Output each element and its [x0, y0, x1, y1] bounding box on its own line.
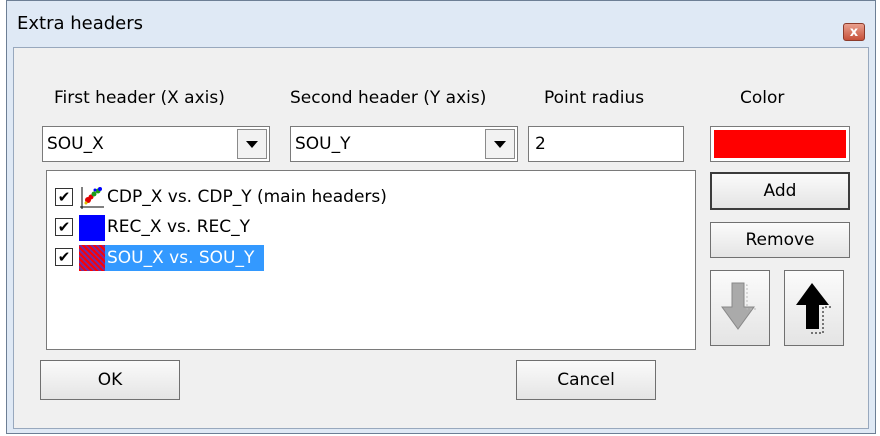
point-radius-input[interactable]: 2: [528, 126, 684, 162]
ok-button[interactable]: OK: [40, 360, 180, 400]
point-radius-label: Point radius: [544, 88, 645, 108]
title-bar: Extra headers x: [7, 1, 875, 45]
list-item-label: SOU_X vs. SOU_Y: [105, 245, 265, 271]
first-header-value: SOU_X: [47, 134, 104, 154]
point-radius-value: 2: [535, 134, 546, 154]
checkbox[interactable]: ✔: [55, 248, 73, 266]
first-header-dropdown-icon[interactable]: [237, 129, 267, 159]
first-header-label: First header (X axis): [54, 88, 225, 108]
dialog-body: First header (X axis) Second header (Y a…: [13, 47, 869, 429]
second-header-dropdown-icon[interactable]: [485, 129, 515, 159]
second-header-label: Second header (Y axis): [290, 88, 487, 108]
list-item-label: REC_X vs. REC_Y: [107, 217, 251, 237]
add-button[interactable]: Add: [710, 172, 850, 210]
checkbox[interactable]: ✔: [55, 188, 73, 206]
color-label: Color: [740, 88, 785, 108]
move-down-button[interactable]: [710, 270, 770, 346]
close-button[interactable]: x: [843, 23, 865, 41]
checkbox[interactable]: ✔: [55, 218, 73, 236]
color-swatch: [714, 130, 846, 158]
arrow-down-icon: [721, 282, 756, 330]
extra-headers-dialog: Extra headers x First header (X axis) Se…: [6, 0, 876, 434]
scatter-plot-icon: [79, 185, 105, 211]
color-picker[interactable]: [710, 126, 850, 162]
remove-button[interactable]: Remove: [710, 222, 850, 258]
first-header-select[interactable]: SOU_X: [42, 126, 270, 162]
second-header-value: SOU_Y: [295, 134, 351, 154]
red-swatch-icon: [79, 245, 105, 271]
second-header-select[interactable]: SOU_Y: [290, 126, 518, 162]
list-item-label: CDP_X vs. CDP_Y (main headers): [107, 187, 387, 207]
arrow-up-icon: [796, 283, 831, 334]
move-up-button[interactable]: [784, 270, 844, 346]
cancel-button[interactable]: Cancel: [516, 360, 656, 400]
window-title: Extra headers: [17, 13, 144, 34]
blue-swatch-icon: [79, 215, 105, 241]
header-pair-list[interactable]: ✔ CDP_X vs. CDP_Y (main headers) ✔ REC_X…: [46, 170, 696, 350]
